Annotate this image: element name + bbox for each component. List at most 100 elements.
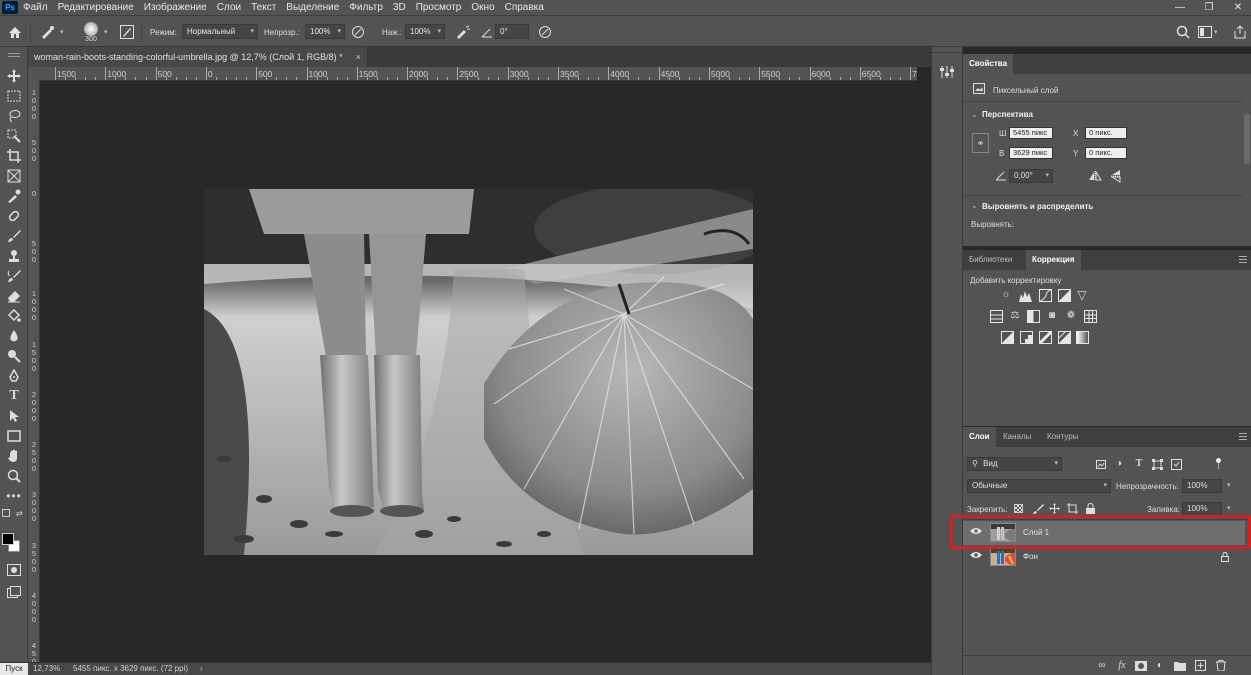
zoom-tool-icon[interactable] xyxy=(4,467,24,485)
hand-tool-icon[interactable] xyxy=(4,447,24,465)
filter-shape-icon[interactable] xyxy=(1152,459,1163,472)
close-window-button[interactable]: ✕ xyxy=(1228,0,1248,15)
menu-layer[interactable]: Слои xyxy=(212,0,246,15)
blur-tool-icon[interactable] xyxy=(4,327,24,345)
panel-menu-icon[interactable] xyxy=(1239,433,1247,440)
layer-opacity-field[interactable]: 100% xyxy=(1182,479,1222,493)
flip-vertical-icon[interactable] xyxy=(1110,169,1121,185)
panel-menu-icon[interactable] xyxy=(1239,256,1247,263)
paint-bucket-tool-icon[interactable] xyxy=(4,307,24,325)
photo-filter-icon[interactable]: ◙ xyxy=(1046,310,1058,322)
menu-help[interactable]: Справка xyxy=(500,0,549,15)
lock-transparent-icon[interactable] xyxy=(1014,504,1023,513)
hue-saturation-icon[interactable] xyxy=(990,310,1003,323)
lasso-tool-icon[interactable] xyxy=(4,107,24,125)
start-button[interactable]: Пуск xyxy=(0,663,28,675)
new-group-icon[interactable] xyxy=(1174,661,1186,673)
curves-icon[interactable] xyxy=(1039,289,1052,302)
ruler-corner[interactable] xyxy=(28,67,40,81)
gradient-map-icon[interactable] xyxy=(1076,331,1089,344)
pressure-opacity-icon[interactable] xyxy=(351,16,365,48)
vibrance-icon[interactable]: ▽ xyxy=(1076,289,1088,301)
menu-window[interactable]: Окно xyxy=(466,0,499,15)
menu-filter[interactable]: Фильтр xyxy=(344,0,388,15)
adjustments-panel-icon[interactable] xyxy=(940,65,954,81)
blend-mode-select[interactable]: Обычные ▾ xyxy=(967,479,1111,493)
chevron-down-icon[interactable]: ▾ xyxy=(104,16,108,48)
ruler-top[interactable]: 1500 1000 500 0 500 1000 1500 2000 2500 3000 3500 4… xyxy=(40,67,917,81)
tab-channels[interactable]: Каналы xyxy=(997,427,1037,447)
width-field[interactable]: 5455 пикс xyxy=(1009,127,1053,139)
new-layer-icon[interactable] xyxy=(1195,660,1206,673)
eraser-tool-icon[interactable] xyxy=(4,287,24,305)
link-icon[interactable]: ⚭ xyxy=(972,133,989,153)
opacity-field[interactable]: 100% ▾ xyxy=(305,24,345,39)
tab-properties[interactable]: Свойства xyxy=(963,54,1014,74)
fill-field[interactable]: 100% xyxy=(1182,502,1222,516)
document-image[interactable] xyxy=(204,189,753,555)
path-selection-tool-icon[interactable] xyxy=(4,407,24,425)
selective-color-icon[interactable] xyxy=(1058,331,1071,344)
layer-filter-select[interactable]: ⚲ Вид ▾ xyxy=(967,457,1062,471)
flip-horizontal-icon[interactable] xyxy=(1088,170,1102,183)
brightness-contrast-icon[interactable]: ☼ xyxy=(1000,289,1012,301)
tab-correction[interactable]: Коррекция xyxy=(1026,250,1081,270)
dodge-tool-icon[interactable] xyxy=(4,347,24,365)
status-arrow-icon[interactable]: › xyxy=(200,663,203,675)
strip-grip[interactable] xyxy=(932,47,962,53)
layer-lock-icon[interactable] xyxy=(1221,551,1229,564)
menu-edit[interactable]: Редактирование xyxy=(53,0,139,15)
menu-view[interactable]: Просмотр xyxy=(411,0,467,15)
angle-field[interactable]: 0,00° ▾ xyxy=(1009,169,1053,183)
toolbar-grip[interactable] xyxy=(8,53,20,57)
frame-tool-icon[interactable] xyxy=(4,167,24,185)
tab-libraries[interactable]: Библиотеки xyxy=(963,250,1018,270)
quick-mask-icon[interactable] xyxy=(4,561,24,579)
angle-field[interactable]: 0° xyxy=(495,24,529,39)
more-tools-icon[interactable]: ••• xyxy=(4,487,24,505)
default-colors-icon[interactable] xyxy=(2,509,10,517)
filter-adjustment-icon[interactable]: ◑ xyxy=(1113,458,1125,470)
chevron-down-icon[interactable]: ▾ xyxy=(1227,481,1231,489)
tab-layers[interactable]: Слои xyxy=(963,427,996,447)
brush-settings-icon[interactable] xyxy=(120,16,134,48)
zoom-level[interactable]: 12,73% xyxy=(33,663,60,675)
menu-3d[interactable]: 3D xyxy=(388,0,411,15)
align-section-title[interactable]: Выровнять и распределить xyxy=(982,202,1093,211)
filter-smart-object-icon[interactable] xyxy=(1171,459,1182,472)
document-tab[interactable]: woman-rain-boots-standing-colorful-umbre… xyxy=(28,47,368,67)
chevron-down-icon[interactable]: ▾ xyxy=(1227,504,1231,512)
exposure-icon[interactable] xyxy=(1058,289,1071,302)
menu-type[interactable]: Текст xyxy=(246,0,281,15)
menu-file[interactable]: Файл xyxy=(18,0,53,15)
color-balance-icon[interactable]: ⚖ xyxy=(1009,310,1021,322)
workspace-icon[interactable]: ▾ xyxy=(1198,16,1218,48)
threshold-icon[interactable] xyxy=(1038,330,1053,345)
delete-layer-icon[interactable] xyxy=(1216,660,1226,673)
type-tool-icon[interactable]: T xyxy=(4,387,24,405)
marquee-tool-icon[interactable] xyxy=(4,87,24,105)
screen-mode-icon[interactable] xyxy=(4,583,24,601)
layer-style-icon[interactable]: fx xyxy=(1116,660,1128,672)
quick-selection-tool-icon[interactable] xyxy=(4,127,24,145)
foreground-color-swatch[interactable] xyxy=(2,533,14,545)
pressure-field[interactable]: 100% ▾ xyxy=(405,24,445,39)
clone-stamp-tool-icon[interactable] xyxy=(4,247,24,265)
brush-preset-picker[interactable]: 300 xyxy=(84,16,98,48)
posterize-icon[interactable] xyxy=(1020,331,1033,344)
mixer-brush-icon[interactable]: ▾ xyxy=(40,16,64,48)
mode-select[interactable]: Нормальный ▾ xyxy=(182,24,258,39)
close-tab-icon[interactable]: × xyxy=(356,47,361,67)
color-lookup-icon[interactable] xyxy=(1084,310,1097,323)
share-icon[interactable] xyxy=(1234,16,1246,48)
swap-colors-icon[interactable]: ⇄ xyxy=(16,509,23,518)
menu-select[interactable]: Выделение xyxy=(281,0,344,15)
invert-icon[interactable] xyxy=(1001,331,1014,344)
history-brush-tool-icon[interactable] xyxy=(4,267,24,285)
tab-paths[interactable]: Контуры xyxy=(1041,427,1084,447)
levels-icon[interactable] xyxy=(1019,289,1032,302)
rectangle-tool-icon[interactable] xyxy=(4,427,24,445)
maximize-button[interactable]: ❐ xyxy=(1199,0,1219,15)
menu-image[interactable]: Изображение xyxy=(139,0,212,15)
healing-brush-tool-icon[interactable] xyxy=(4,207,24,225)
